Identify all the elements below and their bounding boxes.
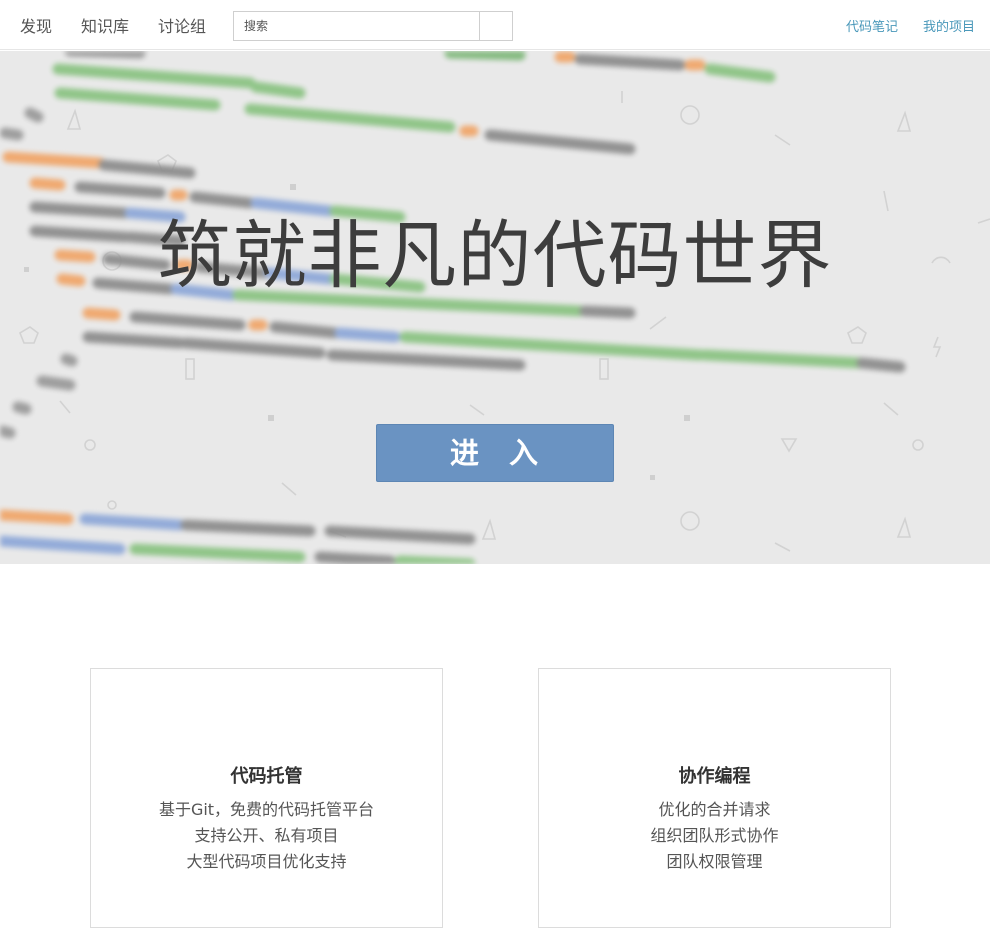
nav-link-discussion-groups[interactable]: 讨论组: [158, 13, 206, 37]
nav-link-discover[interactable]: 发现: [20, 13, 52, 37]
feature-card-code-hosting: 代码托管 基于Git，免费的代码托管平台 支持公开、私有项目 大型代码项目优化支…: [90, 668, 443, 928]
feature-title: 协作编程: [678, 766, 751, 787]
search-input[interactable]: [234, 12, 480, 40]
feature-title: 代码托管: [230, 766, 303, 787]
nav-link-knowledge-base[interactable]: 知识库: [81, 13, 129, 37]
hero-banner: 筑就非凡的代码世界 进 入: [0, 51, 990, 564]
top-navbar: 发现 知识库 讨论组 代码笔记 我的项目: [0, 0, 990, 50]
feature-description: 基于Git，免费的代码托管平台 支持公开、私有项目 大型代码项目优化支持: [91, 797, 442, 875]
feature-line: 大型代码项目优化支持: [186, 852, 347, 871]
feature-description: 优化的合并请求 组织团队形式协作 团队权限管理: [539, 797, 890, 875]
feature-line: 优化的合并请求: [658, 800, 771, 819]
blurred-code-backdrop: [0, 51, 906, 564]
feature-line: 团队权限管理: [666, 852, 763, 871]
search-box: [233, 11, 513, 41]
hero-title: 筑就非凡的代码世界: [157, 213, 833, 299]
feature-line: 支持公开、私有项目: [194, 826, 339, 845]
feature-line: 基于Git，免费的代码托管平台: [158, 800, 375, 819]
feature-line: 组织团队形式协作: [650, 826, 779, 845]
code-notes-link[interactable]: 代码笔记: [846, 16, 898, 35]
my-projects-link[interactable]: 我的项目: [923, 16, 975, 35]
user-nav: 代码笔记 我的项目: [821, 0, 975, 50]
search-button[interactable]: [480, 12, 512, 40]
enter-button[interactable]: 进 入: [376, 424, 614, 482]
feature-card-collaborative-coding: 协作编程 优化的合并请求 组织团队形式协作 团队权限管理: [538, 668, 891, 928]
main-nav: 发现 知识库 讨论组: [20, 0, 235, 50]
